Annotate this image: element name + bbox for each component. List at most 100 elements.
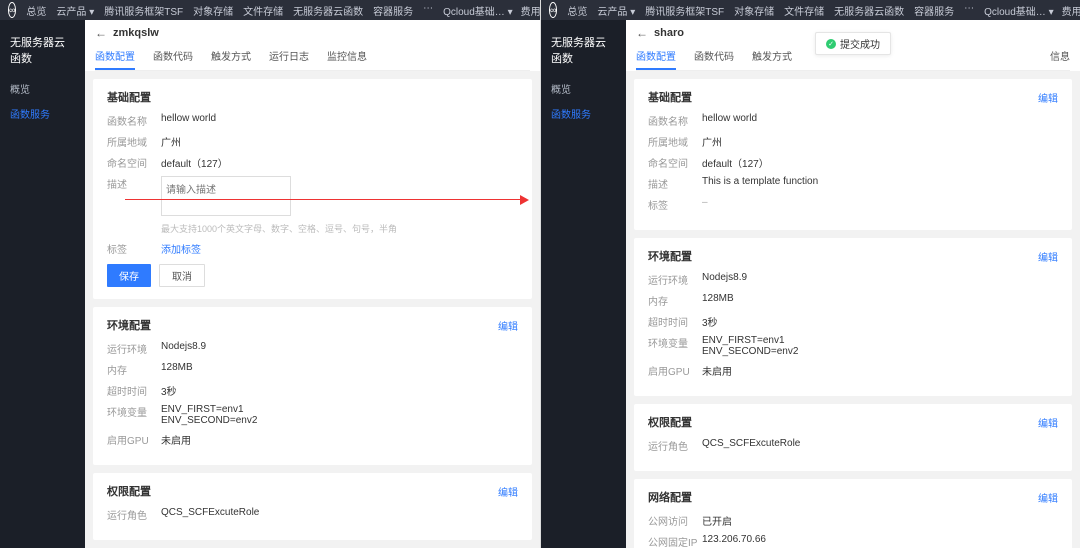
value: 未启用 — [161, 432, 191, 447]
nav-item[interactable]: 总览 — [567, 3, 587, 18]
screen-before: 总览 云产品 ▾ 腾讯服务框架TSF 对象存储 文件存储 无服务器云函数 容器服… — [0, 0, 540, 548]
cloud-logo-icon — [8, 2, 16, 18]
value: 128MB — [702, 293, 734, 308]
page-title: zmkqslw — [113, 27, 159, 39]
label: 所属地域 — [648, 134, 702, 149]
value: Nodejs8.9 — [161, 341, 206, 356]
nav-item[interactable]: 文件存储 — [243, 3, 283, 18]
sidebar-item-overview[interactable]: 概览 — [0, 76, 85, 101]
value: 3秒 — [702, 314, 718, 329]
main: ✓ 提交成功 ← sharo 函数配置 函数代码 触发方式 信息 — [626, 20, 1080, 548]
nav-item[interactable]: 云产品 ▾ — [56, 3, 94, 18]
card-perm: 权限配置编辑 运行角色QCS_SCFExcuteRole — [93, 473, 532, 540]
card-basic: 基础配置编辑 函数名称hellow world 所属地域广州 命名空间defau… — [634, 79, 1072, 230]
card-basic: 基础配置 函数名称hellow world 所属地域广州 命名空间default… — [93, 79, 532, 299]
nav-item[interactable]: 容器服务 — [373, 3, 413, 18]
value: default（127） — [161, 155, 228, 170]
screen-after: 总览 云产品 ▾ 腾讯服务框架TSF 对象存储 文件存储 无服务器云函数 容器服… — [540, 0, 1080, 548]
cloud-logo-icon — [549, 2, 557, 18]
label: 公网访问 — [648, 513, 702, 528]
add-tag-link[interactable]: 添加标签 — [161, 241, 201, 256]
value: ENV_FIRST=env1 ENV_SECOND=env2 — [161, 404, 257, 426]
main: ← zmkqslw 函数配置 函数代码 触发方式 运行日志 监控信息 基础配置 … — [85, 20, 540, 548]
edit-link[interactable]: 编辑 — [1038, 490, 1058, 505]
nav-more[interactable]: ⋯ — [423, 3, 433, 18]
topnav: 总览 云产品 ▾ 腾讯服务框架TSF 对象存储 文件存储 无服务器云函数 容器服… — [567, 3, 974, 18]
nav-more[interactable]: ⋯ — [964, 3, 974, 18]
value: – — [702, 197, 708, 212]
label: 运行角色 — [648, 438, 702, 453]
label: 运行环境 — [648, 272, 702, 287]
nav-item[interactable]: 对象存储 — [734, 3, 774, 18]
save-button[interactable]: 保存 — [107, 264, 151, 287]
tab-config[interactable]: 函数配置 — [636, 44, 676, 70]
page-title: sharo — [654, 27, 684, 39]
value: This is a template function — [702, 176, 818, 191]
breadcrumb: ← zmkqslw — [95, 26, 530, 44]
nav-item[interactable]: 无服务器云函数 — [293, 3, 363, 18]
nav-item[interactable]: 总览 — [26, 3, 46, 18]
value: 已开启 — [702, 513, 732, 528]
back-arrow-icon[interactable]: ← — [636, 26, 648, 40]
transition-arrow — [125, 199, 525, 200]
value: 123.206.70.66 — [702, 534, 766, 548]
nav-item[interactable]: 文件存储 — [784, 3, 824, 18]
sidebar-item-overview[interactable]: 概览 — [541, 76, 626, 101]
tab-trigger[interactable]: 触发方式 — [211, 44, 251, 70]
tab-code[interactable]: 函数代码 — [153, 44, 193, 70]
card-title: 环境配置编辑 — [107, 317, 518, 333]
account-dropdown[interactable]: Qcloud基础… ▾ — [984, 3, 1053, 18]
edit-link[interactable]: 编辑 — [1038, 249, 1058, 264]
tab-trigger[interactable]: 触发方式 — [752, 44, 792, 70]
edit-link[interactable]: 编辑 — [1038, 415, 1058, 430]
label: 命名空间 — [107, 155, 161, 170]
card-title: 权限配置编辑 — [107, 483, 518, 499]
cancel-button[interactable]: 取消 — [159, 264, 205, 287]
tabs: 函数配置 函数代码 触发方式 运行日志 监控信息 — [95, 44, 530, 71]
edit-link[interactable]: 编辑 — [498, 318, 518, 333]
tab-logs[interactable]: 运行日志 — [269, 44, 309, 70]
value: QCS_SCFExcuteRole — [161, 507, 259, 522]
edit-link[interactable]: 编辑 — [498, 484, 518, 499]
value: QCS_SCFExcuteRole — [702, 438, 800, 453]
value: 未启用 — [702, 363, 732, 378]
label: 启用GPU — [648, 363, 702, 378]
check-icon: ✓ — [826, 39, 836, 49]
label: 环境变量 — [648, 335, 702, 357]
account-dropdown[interactable]: Qcloud基础… ▾ — [443, 3, 512, 18]
card-title: 基础配置 — [107, 89, 518, 105]
label: 环境变量 — [107, 404, 161, 426]
nav-item[interactable]: 腾讯服务框架TSF — [104, 3, 183, 18]
hint: 最大支持1000个英文字母、数字、空格、逗号、句号，半角 — [161, 222, 397, 235]
label: 标签 — [107, 241, 161, 256]
label: 运行环境 — [107, 341, 161, 356]
value: 广州 — [161, 134, 181, 149]
content-scroll[interactable]: 基础配置编辑 函数名称hellow world 所属地域广州 命名空间defau… — [626, 71, 1080, 548]
tab-info[interactable]: 信息 — [1050, 44, 1070, 70]
sidebar-title: 无服务器云函数 — [0, 28, 85, 76]
label: 所属地域 — [107, 134, 161, 149]
tab-monitor[interactable]: 监控信息 — [327, 44, 367, 70]
card-net: 网络配置编辑 公网访问已开启 公网固定IP123.206.70.66 私有网络无… — [634, 479, 1072, 548]
nav-item[interactable]: 腾讯服务框架TSF — [645, 3, 724, 18]
back-arrow-icon[interactable]: ← — [95, 26, 107, 40]
content-scroll[interactable]: 基础配置 函数名称hellow world 所属地域广州 命名空间default… — [85, 71, 540, 548]
nav-item[interactable]: 容器服务 — [914, 3, 954, 18]
billing-dropdown[interactable]: 费用 ▾ — [1062, 3, 1080, 18]
label: 函数名称 — [648, 113, 702, 128]
nav-item[interactable]: 云产品 ▾ — [597, 3, 635, 18]
sidebar: 无服务器云函数 概览 函数服务 — [541, 20, 626, 548]
sidebar-item-functions[interactable]: 函数服务 — [541, 101, 626, 126]
tab-config[interactable]: 函数配置 — [95, 44, 135, 70]
edit-link[interactable]: 编辑 — [1038, 90, 1058, 105]
topbar: 总览 云产品 ▾ 腾讯服务框架TSF 对象存储 文件存储 无服务器云函数 容器服… — [541, 0, 1080, 20]
nav-item[interactable]: 无服务器云函数 — [834, 3, 904, 18]
label: 描述 — [107, 176, 161, 235]
sidebar-item-functions[interactable]: 函数服务 — [0, 101, 85, 126]
label: 标签 — [648, 197, 702, 212]
tab-code[interactable]: 函数代码 — [694, 44, 734, 70]
description-input[interactable] — [161, 176, 291, 216]
nav-item[interactable]: 对象存储 — [193, 3, 233, 18]
value: default（127） — [702, 155, 769, 170]
value: 3秒 — [161, 383, 177, 398]
